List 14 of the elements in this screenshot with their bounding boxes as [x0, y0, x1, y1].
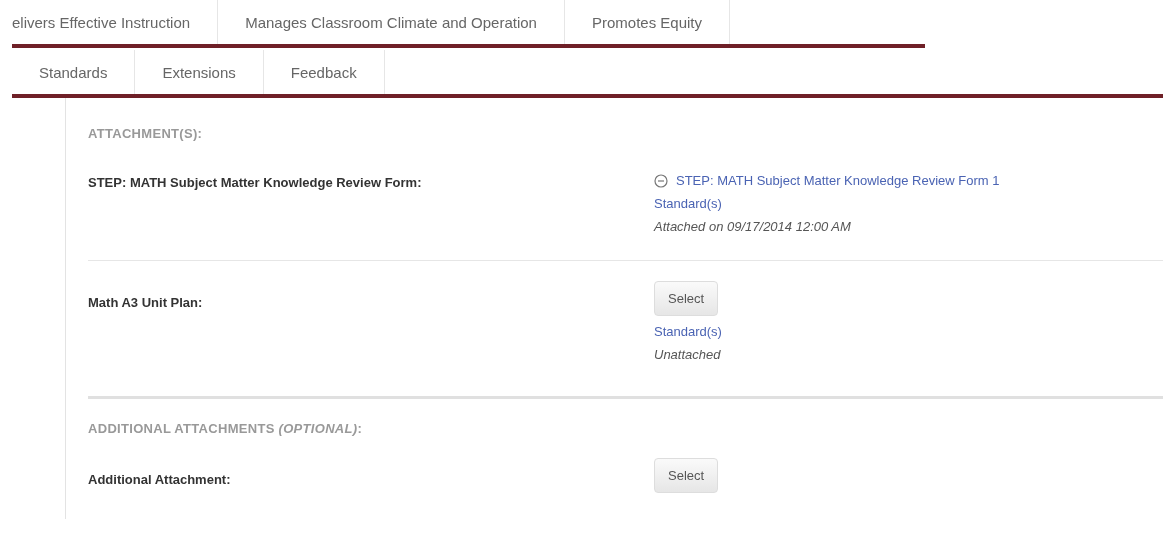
- attachment-status: Attached on 09/17/2014 12:00 AM: [654, 219, 852, 234]
- file-link[interactable]: STEP: MATH Subject Matter Knowledge Review Form 1: [676, 173, 1000, 188]
- section-heading: ADDITIONAL ATTACHMENTS (OPTIONAL):: [88, 421, 364, 436]
- standards-link[interactable]: Standard(s): [654, 324, 722, 339]
- field-label: Additional Attachment:: [88, 471, 232, 489]
- select-button[interactable]: Select: [654, 458, 719, 493]
- standards-link[interactable]: Standard(s): [654, 196, 1000, 211]
- field-label: STEP: MATH Subject Matter Knowledge Review Form:: [88, 174, 423, 192]
- field-label: Math A3 Unit Plan:: [88, 294, 204, 312]
- tab[interactable]: elivers Effective Instruction: [12, 0, 219, 44]
- section-heading: ATTACHMENT(S):: [88, 126, 204, 141]
- select-button[interactable]: Select: [654, 281, 719, 316]
- remove-icon[interactable]: [654, 173, 668, 188]
- attachment-status: Unattached: [654, 347, 722, 362]
